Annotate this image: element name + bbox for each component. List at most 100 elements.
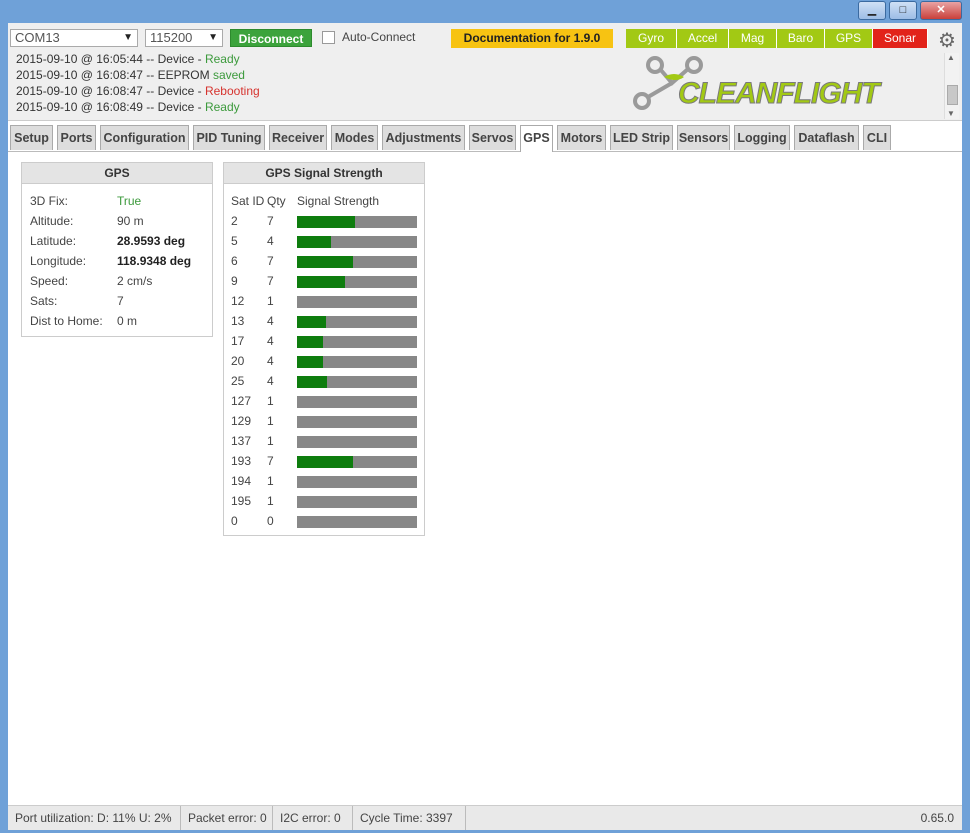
sat-qty: 1 [267, 434, 274, 448]
tab-pid-tuning[interactable]: PID Tuning [193, 125, 265, 150]
baud-value: 115200 [150, 30, 193, 45]
app-window: ▁ □ ✕ COM13 ▼ 115200 ▼ Disconnect Auto-C… [0, 0, 970, 833]
signal-strength-bar [297, 476, 417, 488]
gear-icon[interactable]: ⚙ [938, 28, 956, 53]
signal-strength-bar [297, 436, 417, 448]
signal-row: 194 1 [231, 471, 421, 491]
tab-cli[interactable]: CLI [863, 125, 891, 150]
sat-id: 20 [231, 354, 245, 368]
signal-strength-bar [297, 276, 417, 288]
signal-strength-bar [297, 376, 417, 388]
signal-row: 129 1 [231, 411, 421, 431]
sat-qty: 0 [267, 514, 274, 528]
tab-logging[interactable]: Logging [734, 125, 790, 150]
tab-receiver[interactable]: Receiver [269, 125, 327, 150]
tab-led-strip[interactable]: LED Strip [610, 125, 673, 150]
signal-row: 12 1 [231, 291, 421, 311]
sat-qty: 1 [267, 294, 274, 308]
signal-row: 25 4 [231, 371, 421, 391]
gps-panel: GPS 3D Fix: True Altitude: 90 m Latitude: 2… [21, 162, 213, 337]
auto-connect-toggle[interactable]: Auto-Connect [322, 30, 415, 44]
disconnect-button[interactable]: Disconnect [230, 29, 312, 47]
sat-id: 6 [231, 254, 238, 268]
sat-id: 0 [231, 514, 238, 528]
auto-connect-checkbox[interactable] [322, 30, 335, 44]
title-bar: ▁ □ ✕ [0, 0, 970, 22]
sensor-gyro: Gyro [626, 29, 677, 48]
tab-motors[interactable]: Motors [557, 125, 606, 150]
sat-qty: 4 [267, 354, 274, 368]
signal-strength-fill [297, 256, 354, 268]
svg-text:CLEANFLIGHT: CLEANFLIGHT [678, 77, 882, 110]
signal-strength-bar [297, 316, 417, 328]
header-qty: Qty [267, 194, 286, 208]
signal-row: 27 [231, 211, 421, 231]
tab-servos[interactable]: Servos [469, 125, 516, 150]
tab-modes[interactable]: Modes [331, 125, 378, 150]
log-line: 2015-09-10 @ 16:08:47 -- Device - Reboot… [16, 84, 260, 98]
cleanflight-logo: CLEANFLIGHT [633, 56, 884, 111]
tab-sensors[interactable]: Sensors [677, 125, 730, 150]
header: COM13 ▼ 115200 ▼ Disconnect Auto-Connect… [8, 23, 962, 121]
sat-id: 25 [231, 374, 245, 388]
signal-strength-fill [297, 376, 327, 388]
documentation-button[interactable]: Documentation for 1.9.0 [451, 29, 613, 48]
app-content: COM13 ▼ 115200 ▼ Disconnect Auto-Connect… [8, 23, 962, 830]
packet-error: Packet error: 0 [181, 806, 273, 830]
close-button[interactable]: ✕ [920, 1, 962, 20]
sat-qty: 1 [267, 414, 274, 428]
signal-strength-panel: GPS Signal Strength Sat ID Qty Signal St… [223, 162, 425, 536]
port-select[interactable]: COM13 ▼ [10, 29, 138, 47]
sat-id: 194 [231, 474, 252, 488]
signal-row: 20 4 [231, 351, 421, 371]
signal-row: 97 [231, 271, 421, 291]
header-sat-id: Sat ID [231, 194, 265, 208]
sensor-mag: Mag [729, 29, 777, 48]
minimize-button[interactable]: ▁ [858, 1, 886, 20]
signal-row: 195 1 [231, 491, 421, 511]
sat-id: 12 [231, 294, 245, 308]
sat-qty: 1 [267, 474, 274, 488]
sat-id: 195 [231, 494, 252, 508]
baud-select[interactable]: 115200 ▼ [145, 29, 223, 47]
maximize-button[interactable]: □ [889, 1, 917, 20]
signal-strength-bar [297, 416, 417, 428]
signal-strength-bar [297, 236, 417, 248]
log-console: 2015-09-10 @ 16:05:44 -- Device - Ready … [10, 51, 610, 117]
sat-qty: 7 [267, 454, 274, 468]
log-line: 2015-09-10 @ 16:08:49 -- Device - Ready [16, 100, 240, 114]
signal-strength-fill [297, 216, 355, 228]
signal-strength-fill [297, 316, 326, 328]
signal-strength-bar [297, 516, 417, 528]
sat-qty: 1 [267, 394, 274, 408]
signal-strength-fill [297, 456, 354, 468]
dropdown-arrow-icon: ▼ [123, 32, 133, 43]
scroll-thumb[interactable] [947, 85, 958, 105]
sat-qty: 4 [267, 234, 274, 248]
scroll-up-icon[interactable]: ▲ [947, 53, 955, 62]
signal-strength-bar [297, 256, 417, 268]
signal-row: 17 4 [231, 331, 421, 351]
signal-strength-bar [297, 496, 417, 508]
sat-qty: 4 [267, 334, 274, 348]
sat-id: 2 [231, 214, 238, 228]
sat-qty: 7 [267, 254, 274, 268]
sat-qty: 7 [267, 274, 274, 288]
tab-adjustments[interactable]: Adjustments [382, 125, 465, 150]
port-value: COM13 [15, 30, 60, 45]
tab-ports[interactable]: Ports [57, 125, 96, 150]
tab-setup[interactable]: Setup [10, 125, 53, 150]
sat-id: 137 [231, 434, 252, 448]
tab-dataflash[interactable]: Dataflash [794, 125, 859, 150]
tab-configuration[interactable]: Configuration [100, 125, 189, 150]
log-line: 2015-09-10 @ 16:08:47 -- EEPROM saved [16, 68, 245, 82]
signal-row: 13 4 [231, 311, 421, 331]
scroll-down-icon[interactable]: ▼ [947, 109, 955, 118]
log-scrollbar[interactable]: ▲ ▼ [944, 53, 959, 119]
tab-gps[interactable]: GPS [520, 125, 553, 152]
signal-row: 193 7 [231, 451, 421, 471]
signal-row: 54 [231, 231, 421, 251]
signal-panel-title: GPS Signal Strength [224, 163, 424, 184]
i2c-error: I2C error: 0 [273, 806, 353, 830]
sat-qty: 1 [267, 494, 274, 508]
